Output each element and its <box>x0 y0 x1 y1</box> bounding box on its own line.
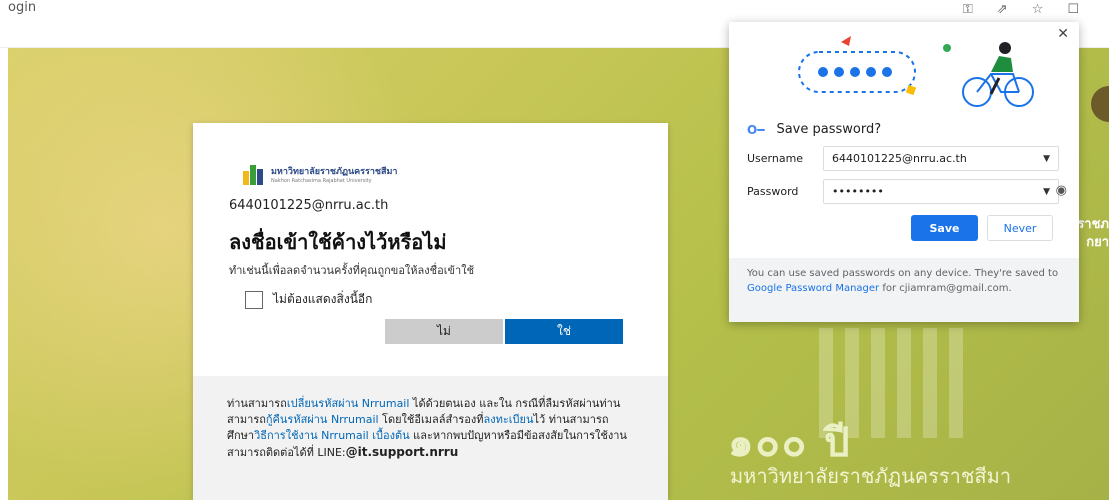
no-button[interactable]: ไม่ <box>385 319 503 344</box>
register-link[interactable]: ลงทะเบียน <box>484 413 534 426</box>
save-password-popup: ✕ O━ Save password? Username 6440101225@… <box>729 22 1079 322</box>
password-manager-link[interactable]: Google Password Manager <box>747 283 879 294</box>
username-label: Username <box>747 152 804 165</box>
never-button[interactable]: Never <box>987 215 1053 241</box>
background-university-name: มหาวิทยาลัยราชภัฏนครราชสีมา <box>730 464 1012 488</box>
footer-text-1: ท่านสามารถ <box>227 397 287 410</box>
password-manager-note: You can use saved passwords on any devic… <box>729 258 1079 322</box>
share-icon[interactable]: ⇗ <box>997 2 1008 17</box>
stay-signed-in-dialog: มหาวิทยาลัยราชภัฏนครราชสีมา Nakhon Ratch… <box>193 123 668 500</box>
key-icon: O━ <box>747 122 765 137</box>
footer-text-3: โดยใช้อีเมลล์สำรองที่ <box>378 413 484 426</box>
username-value: 6440101225@nrru.ac.th <box>832 152 967 165</box>
dont-show-again-checkbox[interactable] <box>245 290 263 309</box>
password-label: Password <box>747 185 799 198</box>
emblem-fragment <box>1091 86 1109 122</box>
help-footer: ท่านสามารถเปลี่ยนรหัสผ่าน Nrrumail ได้ด้… <box>193 376 668 500</box>
username-row: Username 6440101225@nrru.ac.th ▼ <box>747 146 1059 171</box>
username-field[interactable]: 6440101225@nrru.ac.th ▼ <box>823 146 1059 171</box>
dont-show-again-row[interactable]: ไม่ต้องแสดงสิ่งนี้อีก <box>245 290 372 309</box>
yes-button[interactable]: ใช่ <box>505 319 623 344</box>
tab-title[interactable]: ogin <box>8 0 36 15</box>
close-icon[interactable]: ✕ <box>1057 26 1069 42</box>
account-email: 6440101225@nrru.ac.th <box>229 198 389 213</box>
save-button[interactable]: Save <box>911 215 978 241</box>
chevron-down-icon[interactable]: ▼ <box>1043 154 1050 164</box>
key-icon[interactable]: ⚿ <box>963 2 973 17</box>
star-icon[interactable]: ☆ <box>1032 2 1044 17</box>
background-side-text: ราชภ กยา <box>1077 216 1109 252</box>
dialog-description: ทำเช่นนี้เพื่อลดจำนวนครั้งที่คุณถูกขอให้… <box>229 264 475 277</box>
university-logo: มหาวิทยาลัยราชภัฏนครราชสีมา Nakhon Ratch… <box>241 161 397 187</box>
password-value: •••••••• <box>832 185 884 198</box>
logo-thai-text: มหาวิทยาลัยราชภัฏนครราชสีมา <box>271 167 398 177</box>
toolbar-icons: ⚿ ⇗ ☆ ☐ <box>963 2 1079 17</box>
window-icon[interactable]: ☐ <box>1067 2 1079 17</box>
save-password-title: Save password? <box>776 122 882 137</box>
browser-tab-strip: ogin ⚿ ⇗ ☆ ☐ <box>0 0 1109 20</box>
side-text-line-1: ราชภ <box>1077 217 1109 232</box>
recover-password-link[interactable]: กู้คืนรหัสผ่าน Nrrumail <box>266 413 379 426</box>
logo-english-text: Nakhon Ratchasima Rajabhat University <box>271 178 372 184</box>
side-text-line-2: กยา <box>1086 235 1109 250</box>
change-password-link[interactable]: เปลี่ยนรหัสผ่าน Nrrumail <box>287 397 410 410</box>
note-text-1: You can use saved passwords on any devic… <box>747 268 1059 279</box>
dialog-title: ลงชื่อเข้าใช้ค้างไว้หรือไม่ <box>229 230 447 254</box>
password-row: Password •••••••• ▼ <box>747 179 1059 204</box>
password-field[interactable]: •••••••• ▼ <box>823 179 1059 204</box>
line-id: @it.support.nrru <box>345 445 459 459</box>
save-password-header: O━ Save password? <box>747 122 881 137</box>
chevron-down-icon[interactable]: ▼ <box>1043 187 1050 197</box>
university-logo-icon <box>241 161 267 187</box>
eye-icon[interactable]: ◉ <box>1056 183 1067 198</box>
dont-show-again-label[interactable]: ไม่ต้องแสดงสิ่งนี้อีก <box>273 290 372 309</box>
save-password-illustration <box>798 36 1034 107</box>
usage-guide-link[interactable]: วิธีการใช้งาน Nrrumail เบื้องต้น <box>254 429 410 442</box>
note-text-2: for cjiamram@gmail.com. <box>879 283 1012 294</box>
